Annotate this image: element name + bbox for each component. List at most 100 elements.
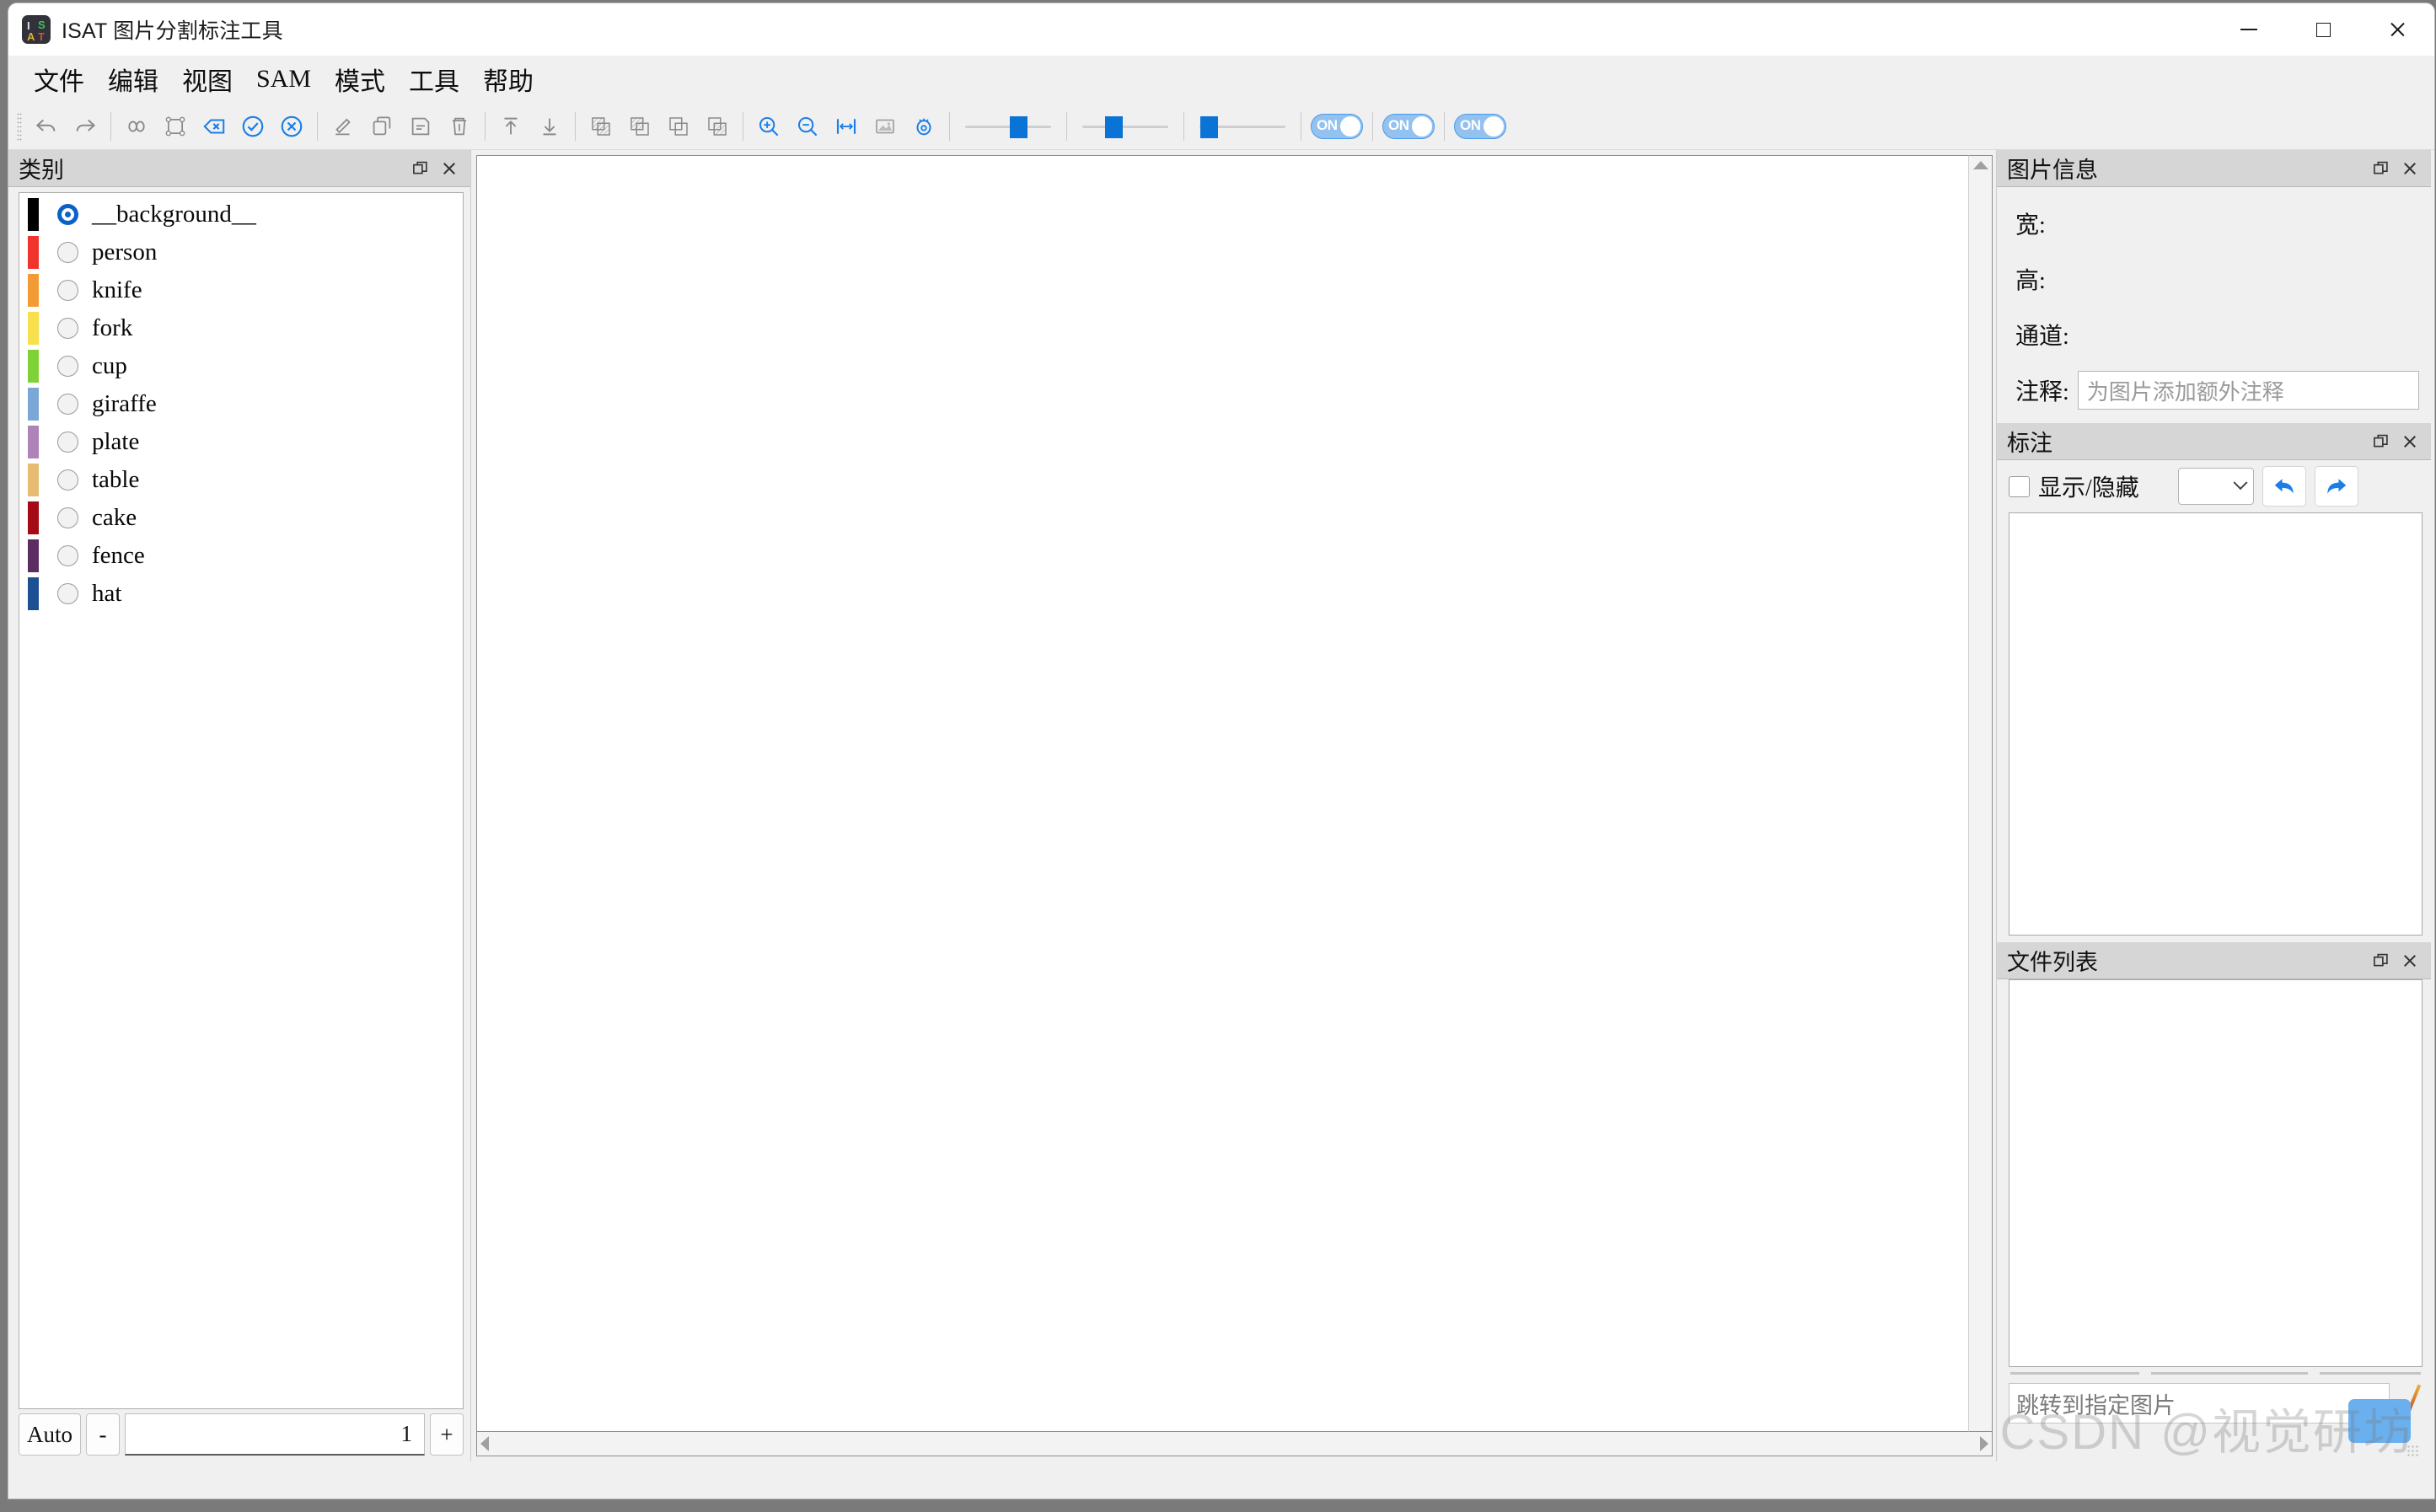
category-item-fence[interactable]: fence — [19, 537, 463, 575]
fit-window-button[interactable] — [866, 107, 904, 146]
category-item-knife[interactable]: knife — [19, 271, 463, 309]
menu-file[interactable]: 文件 — [22, 58, 96, 100]
annotation-prev-button[interactable] — [2262, 466, 2306, 507]
annotation-next-button[interactable] — [2315, 466, 2358, 507]
fit-width-button[interactable] — [827, 107, 866, 146]
category-radio[interactable] — [57, 242, 78, 263]
slider-handle[interactable] — [1200, 115, 1219, 138]
maximize-button[interactable] — [2286, 3, 2360, 56]
category-item-background[interactable]: __background__ — [19, 196, 463, 233]
zoom-increase-button[interactable]: + — [430, 1413, 464, 1456]
layer-mix-button[interactable] — [698, 107, 737, 146]
slider-handle[interactable] — [1010, 115, 1028, 138]
contour-width-slider[interactable] — [1193, 107, 1292, 146]
menu-sam[interactable]: SAM — [244, 62, 323, 96]
category-radio[interactable] — [57, 394, 78, 415]
category-radio[interactable] — [57, 280, 78, 301]
menu-tools[interactable]: 工具 — [397, 58, 471, 100]
delete-polygon-button[interactable] — [195, 107, 233, 146]
edit-button[interactable] — [324, 107, 362, 146]
accept-button[interactable] — [233, 107, 272, 146]
category-radio[interactable] — [57, 507, 78, 528]
to-bottom-button[interactable] — [530, 107, 569, 146]
annotation-float-button[interactable] — [2367, 427, 2396, 456]
category-close-button[interactable] — [435, 154, 464, 183]
image-note-input[interactable]: 为图片添加额外注释 — [2077, 371, 2419, 410]
category-color-swatch — [28, 388, 39, 421]
category-radio[interactable] — [57, 356, 78, 377]
image-info-float-button[interactable] — [2367, 154, 2396, 183]
image-canvas[interactable] — [476, 155, 1968, 1432]
annotation-close-button[interactable] — [2396, 427, 2424, 456]
category-item-hat[interactable]: hat — [19, 575, 463, 613]
menu-help[interactable]: 帮助 — [471, 58, 545, 100]
jump-to-image-input[interactable]: 跳转到指定图片 — [2009, 1383, 2390, 1424]
category-radio[interactable] — [57, 432, 78, 453]
zoom-decrease-button[interactable]: - — [86, 1413, 120, 1456]
separator-segment — [2319, 1372, 2421, 1375]
resize-grip[interactable] — [2406, 1445, 2420, 1458]
category-radio[interactable] — [57, 583, 78, 604]
copy-button[interactable] — [362, 107, 401, 146]
zoom-in-button[interactable] — [749, 107, 788, 146]
menu-edit[interactable]: 编辑 — [96, 58, 170, 100]
scroll-left-icon[interactable] — [480, 1436, 489, 1451]
category-item-fork[interactable]: fork — [19, 309, 463, 347]
toolbar-drag-handle[interactable] — [17, 111, 22, 141]
file-list[interactable] — [2009, 979, 2423, 1367]
annotation-group-combobox[interactable] — [2178, 468, 2254, 505]
category-radio[interactable] — [57, 318, 78, 339]
zoom-out-button[interactable] — [788, 107, 827, 146]
category-radio[interactable] — [57, 469, 78, 491]
menu-mode[interactable]: 模式 — [323, 58, 397, 100]
category-item-giraffe[interactable]: giraffe — [19, 385, 463, 423]
layer-all-button[interactable] — [582, 107, 620, 146]
category-item-table[interactable]: table — [19, 461, 463, 499]
segment-anything-button[interactable] — [117, 107, 156, 146]
undo-button[interactable] — [27, 107, 66, 146]
scroll-right-icon[interactable] — [1980, 1436, 1988, 1451]
canvas-vertical-scrollbar[interactable] — [1968, 155, 1993, 1432]
category-radio[interactable] — [57, 545, 78, 566]
toolbar-separator — [1372, 111, 1373, 141]
toggle-show-vertex[interactable]: ON — [1382, 113, 1435, 139]
category-item-person[interactable]: person — [19, 233, 463, 271]
category-dock-label: 类别 — [19, 158, 64, 183]
toggle-show-contour[interactable]: ON — [1454, 113, 1506, 139]
menu-view[interactable]: 视图 — [170, 58, 244, 100]
auto-button[interactable]: Auto — [19, 1413, 81, 1456]
redo-button[interactable] — [66, 107, 105, 146]
vertex-size-slider[interactable] — [1076, 107, 1175, 146]
category-radio[interactable] — [57, 204, 78, 225]
save-button[interactable] — [401, 107, 440, 146]
to-top-button[interactable] — [491, 107, 530, 146]
slider-handle[interactable] — [1105, 115, 1124, 138]
minimize-button[interactable] — [2212, 3, 2286, 56]
file-list-float-button[interactable] — [2367, 946, 2396, 975]
reject-button[interactable] — [272, 107, 311, 146]
file-list-close-button[interactable] — [2396, 946, 2424, 975]
category-item-cup[interactable]: cup — [19, 347, 463, 385]
category-item-plate[interactable]: plate — [19, 423, 463, 461]
canvas-horizontal-scrollbar[interactable] — [476, 1432, 1993, 1456]
category-item-cake[interactable]: cake — [19, 499, 463, 537]
layer-front-button[interactable] — [659, 107, 698, 146]
canvas-row — [476, 155, 1993, 1432]
show-hide-checkbox[interactable] — [2009, 475, 2030, 497]
mask-alpha-slider[interactable] — [958, 107, 1058, 146]
image-info-close-button[interactable] — [2396, 154, 2424, 183]
annotation-list[interactable] — [2009, 512, 2423, 936]
zoom-value-input[interactable]: 1 — [125, 1413, 425, 1456]
fit-width-icon — [836, 118, 856, 134]
layer-up-button[interactable] — [620, 107, 659, 146]
delete-button[interactable] — [440, 107, 479, 146]
category-list[interactable]: __background__ person knife fork cup gir… — [19, 192, 464, 1409]
close-button[interactable] — [2360, 3, 2434, 56]
scroll-up-icon[interactable] — [1972, 161, 1988, 169]
window-title: ISAT 图片分割标注工具 — [62, 19, 283, 43]
bbox-button[interactable] — [156, 107, 195, 146]
toggle-show-mask[interactable]: ON — [1311, 113, 1363, 139]
edit-fab-button[interactable] — [2348, 1399, 2411, 1443]
visibility-button[interactable] — [904, 107, 943, 146]
category-float-button[interactable] — [406, 154, 435, 183]
